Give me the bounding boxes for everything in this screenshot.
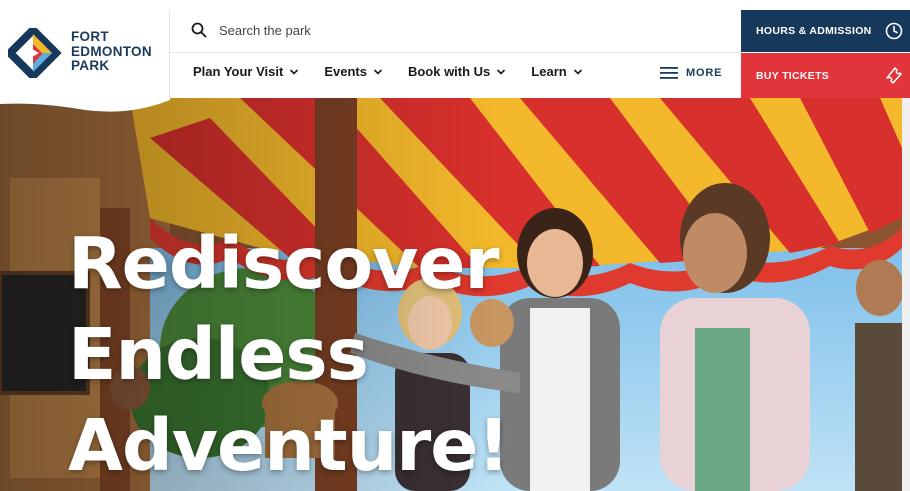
search-input[interactable] xyxy=(219,22,519,38)
logo-line-2: EDMONTON xyxy=(71,43,152,59)
nav-item-label: Learn xyxy=(531,64,567,79)
page-scrollbar[interactable] xyxy=(902,98,910,491)
park-logo[interactable]: FORT EDMONTON PARK xyxy=(8,26,168,82)
chevron-down-icon xyxy=(497,68,506,75)
main-nav: Plan Your Visit Events Book with Us Lear… xyxy=(193,64,608,79)
nav-item-label: Book with Us xyxy=(407,64,491,79)
clock-icon xyxy=(885,22,903,40)
more-label: MORE xyxy=(686,67,723,79)
nav-item-book-with-us[interactable]: Book with Us xyxy=(408,64,506,79)
nav-item-learn[interactable]: Learn xyxy=(531,64,582,79)
header-divider-vertical xyxy=(169,10,170,98)
hours-admission-button[interactable]: HOURS & ADMISSION xyxy=(741,10,910,52)
search-bar xyxy=(191,19,519,41)
header-wave-decoration xyxy=(0,96,170,112)
logo-line-1: FORT xyxy=(71,29,109,44)
search-icon[interactable] xyxy=(191,22,207,38)
hero-banner: Rediscover Endless Adventure! xyxy=(0,98,902,491)
chevron-down-icon xyxy=(373,68,383,75)
site-header: FORT EDMONTON PARK Plan Your Visit Event… xyxy=(0,0,910,98)
buy-tickets-button[interactable]: BUY TICKETS xyxy=(741,53,910,98)
logo-wordmark: FORT EDMONTON PARK xyxy=(71,29,152,74)
logo-mark-icon xyxy=(8,28,62,78)
hero-headline-line-2: Endless xyxy=(68,313,369,396)
chevron-down-icon xyxy=(290,68,299,75)
header-divider-horizontal xyxy=(170,52,741,53)
hero-headline: Rediscover Endless Adventure! xyxy=(68,218,510,491)
ticket-icon xyxy=(886,67,902,84)
more-menu-button[interactable]: MORE xyxy=(660,66,722,80)
buy-tickets-label: BUY TICKETS xyxy=(756,69,830,82)
nav-item-label: Plan Your Visit xyxy=(193,64,284,79)
logo-line-3: PARK xyxy=(71,58,110,73)
hero-headline-line-3: Adventure! xyxy=(68,404,510,487)
chevron-down-icon xyxy=(573,68,582,75)
hours-admission-label: HOURS & ADMISSION xyxy=(756,25,872,37)
nav-item-label: Events xyxy=(324,64,367,79)
hamburger-menu-icon xyxy=(660,67,678,79)
nav-item-events[interactable]: Events xyxy=(324,64,383,79)
nav-item-plan-your-visit[interactable]: Plan Your Visit xyxy=(193,64,299,79)
hero-headline-line-1: Rediscover xyxy=(68,222,500,305)
